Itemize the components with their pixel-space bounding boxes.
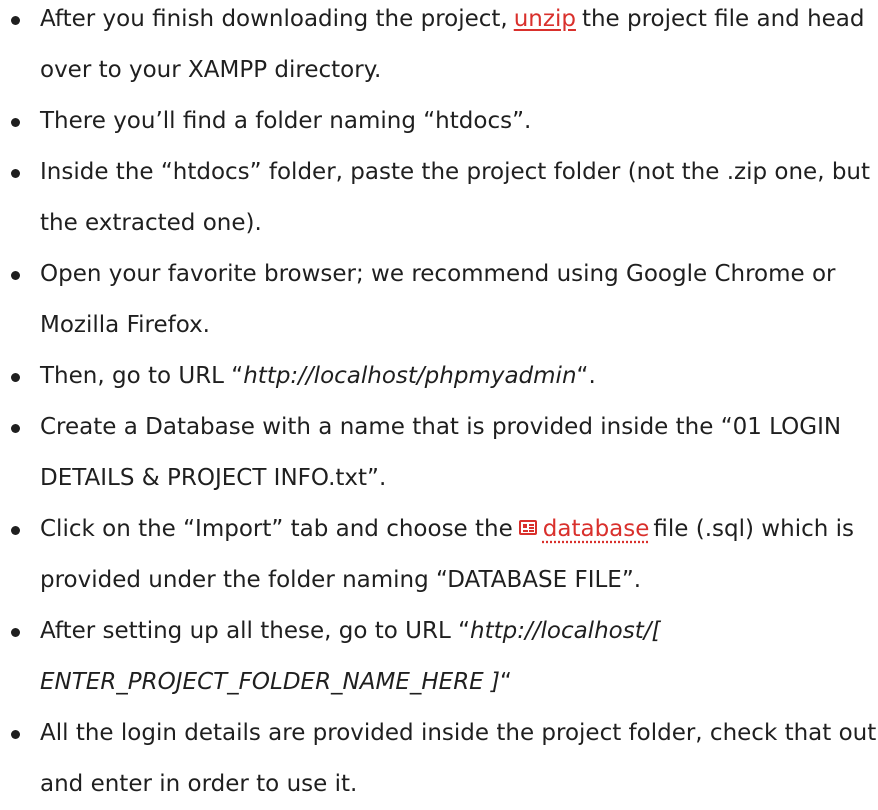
list-item: All the login details are provided insid… bbox=[0, 708, 878, 810]
step-text: “. bbox=[576, 363, 596, 389]
bullet-icon bbox=[11, 526, 20, 535]
list-item: After you finish downloading the project… bbox=[0, 0, 878, 96]
bullet-icon bbox=[11, 628, 20, 637]
list-item: Inside the “htdocs” folder, paste the pr… bbox=[0, 147, 878, 249]
instruction-list: After you finish downloading the project… bbox=[0, 0, 878, 810]
bullet-icon bbox=[11, 373, 20, 382]
phpmyadmin-url: http://localhost/phpmyadmin bbox=[243, 363, 577, 389]
bullet-icon bbox=[11, 169, 20, 178]
database-link[interactable]: database bbox=[543, 516, 650, 542]
list-item: Open your favorite browser; we recommend… bbox=[0, 249, 878, 351]
step-text: Open your favorite browser; we recommend… bbox=[40, 261, 836, 338]
list-item: Create a Database with a name that is pr… bbox=[0, 402, 878, 504]
step-text: After you finish downloading the project… bbox=[40, 6, 508, 32]
document-icon bbox=[518, 520, 537, 535]
bullet-icon bbox=[11, 16, 20, 25]
step-text: Click on the “Import” tab and choose the bbox=[40, 516, 513, 542]
step-text: Create a Database with a name that is pr… bbox=[40, 414, 842, 491]
bullet-icon bbox=[11, 271, 20, 280]
step-text: After setting up all these, go to URL “ bbox=[40, 618, 471, 644]
bullet-icon bbox=[11, 424, 20, 433]
step-text: All the login details are provided insid… bbox=[40, 720, 877, 797]
bullet-icon bbox=[11, 118, 20, 127]
list-item: Then, go to URL “http://localhost/phpmya… bbox=[0, 351, 878, 402]
list-item: There you’ll find a folder naming “htdoc… bbox=[0, 96, 878, 147]
step-text: There you’ll find a folder naming “htdoc… bbox=[40, 108, 532, 134]
list-item: After setting up all these, go to URL “h… bbox=[0, 606, 878, 708]
bullet-icon bbox=[11, 730, 20, 739]
step-text: “ bbox=[500, 669, 512, 695]
step-text: Inside the “htdocs” folder, paste the pr… bbox=[40, 159, 871, 236]
list-item: Click on the “Import” tab and choose the… bbox=[0, 504, 878, 606]
unzip-link[interactable]: unzip bbox=[514, 6, 576, 32]
step-text: Then, go to URL “ bbox=[40, 363, 244, 389]
